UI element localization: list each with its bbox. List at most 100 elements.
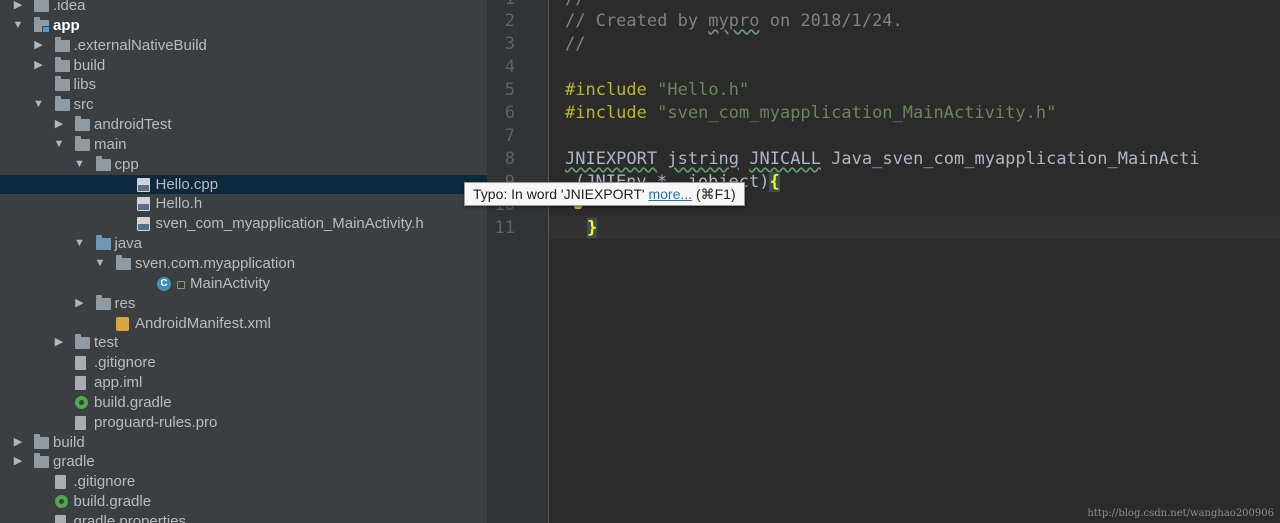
text-file-icon [75,356,86,371]
tree-item-label: androidTest [94,116,172,134]
code-line-3[interactable]: // [565,33,585,56]
manifest-file-icon [116,316,129,331]
tree-item-root-gitignore[interactable]: .gitignore [0,472,487,492]
chevron-right-icon[interactable]: ▶ [33,56,45,76]
include-path: "sven_com_myapplication_MainActivity.h" [657,103,1057,123]
chevron-right-icon[interactable]: ▶ [74,294,86,314]
code-line-6[interactable]: #include "sven_com_myapplication_MainAct… [565,102,1056,125]
folder-icon [54,76,70,92]
chevron-right-icon[interactable]: ▶ [33,36,45,56]
tree-item-app[interactable]: ▼ app [0,16,487,36]
chevron-down-icon[interactable]: ▼ [94,254,106,274]
tree-item-app-iml[interactable]: app.iml [0,373,487,393]
tree-item-label: cpp [114,155,139,173]
chevron-down-icon[interactable]: ▼ [53,135,65,155]
tree-item-gradle-properties[interactable]: gradle.properties [0,512,487,523]
editor-gutter: 1 2 3 4 5 6 7 8 9 10 11 [487,0,549,523]
folder-icon [95,294,111,310]
tree-item-cpp[interactable]: ▼ cpp [0,155,487,175]
line-number: 5 [504,80,515,100]
code-line-8[interactable]: JNIEXPORT jstring JNICALL Java_sven_com_… [565,148,1200,171]
chevron-right-icon[interactable]: ▶ [12,0,24,16]
code-line-11[interactable]: } [587,217,598,240]
chevron-right-icon[interactable]: ▶ [53,115,65,135]
matched-brace: } [587,218,598,238]
folder-icon [95,155,111,171]
tree-item-proguard[interactable]: proguard-rules.pro [0,413,487,433]
tree-item-main[interactable]: ▼ main [0,135,487,155]
folder-icon [34,433,49,449]
tree-item-java[interactable]: ▼ java [0,234,487,254]
project-tree-panel: ▶ .idea ▼ app ▶ .externalNativeBuild ▶ build lib… [0,0,487,523]
tree-item-package[interactable]: ▼ sven.com.myapplication [0,254,487,274]
chevron-right-icon[interactable]: ▶ [12,433,24,453]
folder-icon [34,16,50,33]
comment: // [565,34,586,54]
header-file-icon [136,197,150,212]
folder-icon [34,453,49,469]
tree-item-root-build[interactable]: ▶ build [0,433,487,453]
line-number: 7 [504,126,515,146]
tree-item-build[interactable]: ▶ build [0,56,487,76]
cpp-file-icon [136,177,150,192]
code-line-2[interactable]: // Created by mypro on 2018/1/24. [565,10,903,33]
tree-item-test[interactable]: ▶ test [0,333,487,353]
preprocessor-directive: #include [565,80,647,100]
typo-word: mypro [708,11,760,31]
tree-item-hello-cpp[interactable]: Hello.cpp [0,174,487,195]
tree-item-root-build-gradle[interactable]: build.gradle [0,492,487,512]
tree-item-label: res [114,294,136,312]
text-file-icon [54,475,66,490]
access-lock-icon [177,280,185,289]
text-file-icon [75,376,86,391]
tree-item-res[interactable]: ▶ res [0,294,487,314]
tree-item-label: gradle.properties [73,512,187,523]
chevron-down-icon[interactable]: ▼ [74,155,86,175]
chevron-down-icon[interactable]: ▼ [74,234,86,254]
tree-item-label: MainActivity [190,274,271,292]
tree-item-mainactivity-h[interactable]: sven_com_myapplication_MainActivity.h [0,214,487,234]
comment: // [565,0,585,9]
code-editor[interactable]: // // Created by mypro on 2018/1/24. // … [549,0,1280,523]
tree-item-src[interactable]: ▼ src [0,95,487,115]
folder-icon [95,235,111,251]
header-file-icon [136,217,150,232]
tree-item-label: gradle [53,453,95,471]
chevron-down-icon[interactable]: ▼ [33,95,45,115]
text-file-icon [54,514,66,523]
tree-item-label: AndroidManifest.xml [135,314,271,332]
tooltip-more-link[interactable]: more... [648,186,692,202]
line-number: 4 [504,57,515,77]
folder-icon [75,135,90,151]
tree-item-label: Hello.h [155,195,203,213]
function-name: Java_sven_com_myapplication_MainActi [831,149,1200,169]
text-file-icon [75,415,86,430]
gradle-icon [54,495,68,509]
code-line-5[interactable]: #include "Hello.h" [565,79,749,102]
chevron-down-icon[interactable]: ▼ [12,16,24,36]
tree-item-label: src [73,96,94,114]
folder-icon [75,334,90,350]
include-path: "Hello.h" [657,80,750,100]
tree-item-label: Hello.cpp [155,175,219,193]
tree-item-app-build-gradle[interactable]: build.gradle [0,393,487,413]
gradle-icon [75,395,88,409]
tree-item-manifest[interactable]: AndroidManifest.xml [0,314,487,334]
matched-brace: { [769,172,780,192]
tree-item-externalnativebuild[interactable]: ▶ .externalNativeBuild [0,36,487,56]
tree-item-hello-h[interactable]: Hello.h [0,194,487,214]
tree-item-app-gitignore[interactable]: .gitignore [0,353,487,373]
tree-item-androidtest[interactable]: ▶ androidTest [0,115,487,135]
tree-item-label: test [94,334,119,352]
typo-tooltip: Typo: In word 'JNIEXPORT' more... (⌘F1) [464,182,745,206]
tree-item-mainactivity[interactable]: C MainActivity [0,274,487,294]
chevron-right-icon[interactable]: ▶ [12,452,24,472]
tree-item-gradle[interactable]: ▶ gradle [0,452,487,472]
tree-item-libs[interactable]: libs [0,75,487,95]
tree-item-label: sven_com_myapplication_MainActivity.h [155,215,424,233]
class-icon: C [157,276,171,291]
watermark: http://blog.csdn.net/wanghao200906 [1087,508,1274,519]
chevron-right-icon[interactable]: ▶ [53,333,65,353]
tree-item-idea[interactable]: ▶ .idea [0,0,487,16]
tree-item-label: main [94,135,127,153]
